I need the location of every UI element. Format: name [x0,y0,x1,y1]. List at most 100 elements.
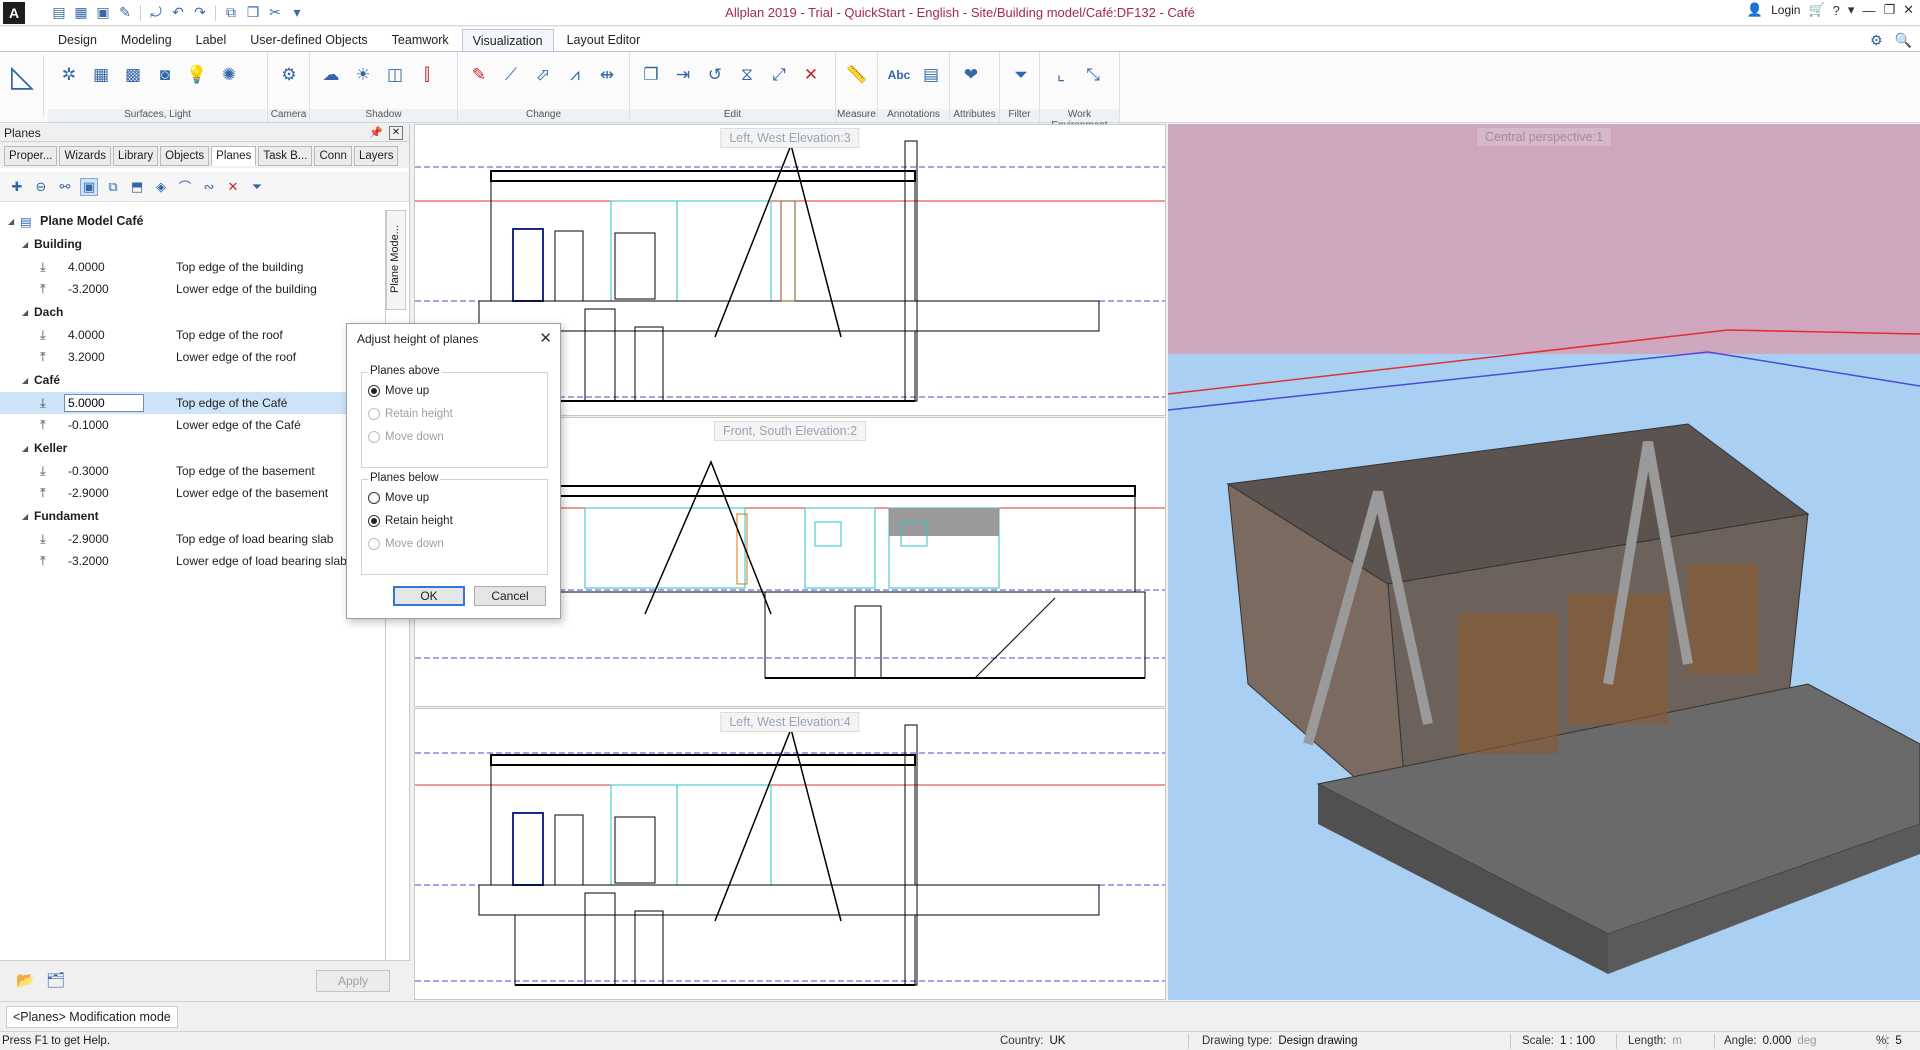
plane-assign-icon[interactable]: ⬒ [128,178,146,196]
big-tool-icon[interactable]: ◺ [2,55,44,117]
close-icon[interactable]: ✕ [389,125,403,140]
shadow-icon[interactable]: ☁ [318,62,344,88]
viewport-west-elevation-4[interactable]: Left, West Elevation:4 [414,708,1166,1000]
expand-triangle-icon[interactable]: ◢ [22,240,28,249]
attributes-icon[interactable]: ❤ [958,62,984,88]
scale-icon[interactable]: ⤢ [766,62,792,88]
open-file-icon[interactable]: ▤ [49,3,69,23]
grid-icon[interactable]: ▦ [71,3,91,23]
settings-folder-icon[interactable]: 🗂 [46,971,66,991]
plane-value[interactable]: -2.9000 [68,532,109,546]
move-icon[interactable]: ⇥ [670,62,696,88]
tab-planes[interactable]: Planes [211,146,257,166]
plane-value[interactable]: -0.1000 [68,418,109,432]
status-angle[interactable]: Angle: 0.000 deg [1724,1035,1817,1047]
plane-value[interactable]: 4.0000 [68,328,105,342]
tree-group[interactable]: ◢ Fundament [0,504,384,528]
plane-value-input[interactable] [64,394,144,412]
open-folder-icon[interactable]: 📂 [16,971,36,991]
expand-triangle-icon[interactable]: ◢ [22,512,28,521]
document-icon[interactable]: ▤ [918,62,944,88]
plane-value[interactable]: -3.2000 [68,282,109,296]
trim-icon[interactable]: ⇹ [594,62,620,88]
ok-button[interactable]: OK [393,586,465,606]
coordinate-icon[interactable]: ⌞ [1048,62,1074,88]
tree-group[interactable]: ◢ Keller [0,436,384,460]
expand-triangle-icon[interactable]: ◢ [8,217,14,226]
allplan-logo-icon[interactable]: A [3,1,25,24]
plane-row[interactable]: ⤒ -2.9000 Lower edge of the basement [0,482,384,504]
copy-icon[interactable]: ❐ [243,3,263,23]
tab-design[interactable]: Design [47,28,108,52]
tab-task-bar[interactable]: Task B... [258,146,313,166]
light-icon[interactable]: 💡 [184,62,210,88]
plane-value[interactable]: -0.3000 [68,464,109,478]
line-icon[interactable]: ⟋ [498,62,524,88]
status-percent[interactable]: %: 5 [1876,1035,1902,1047]
status-country[interactable]: Country: UK [1000,1035,1065,1047]
gear-icon[interactable]: ⚙ [1870,32,1883,49]
plane-row[interactable]: ⤓ -0.3000 Top edge of the basement [0,460,384,482]
tab-library[interactable]: Library [113,146,159,166]
plane-row[interactable]: ⤒ -3.2000 Lower edge of the building [0,278,384,300]
close-icon[interactable]: ✕ [1903,2,1914,18]
text-icon[interactable]: Abc [886,62,912,88]
tab-label[interactable]: Label [185,28,238,52]
polyline-icon[interactable]: ⩘ [562,62,588,88]
surface-icon[interactable]: ✲ [56,62,82,88]
fullscreen-icon[interactable]: ⤡ [1080,62,1106,88]
plane-row[interactable]: ⤒ -0.1000 Lower edge of the Café [0,414,384,436]
viewport-central-perspective-1[interactable]: Central perspective:1 [1168,124,1920,1000]
tab-properties[interactable]: Proper... [4,146,58,166]
stack-icon[interactable]: ◈ [152,178,170,196]
plane-value[interactable]: -3.2000 [68,554,109,568]
sun-icon[interactable]: ☀ [350,62,376,88]
tab-teamwork[interactable]: Teamwork [381,28,460,52]
tab-layout-editor[interactable]: Layout Editor [556,28,652,52]
redraw-icon[interactable]: ⤾ [146,3,166,23]
arc-icon[interactable]: ⌒ [176,178,194,196]
side-tab-plane-model[interactable]: Plane Mode... [386,210,406,310]
chevron-down-icon[interactable]: ▾ [1848,2,1855,18]
remove-plane-icon[interactable]: ⊖ [32,178,50,196]
camera-icon[interactable]: ⚙ [276,62,302,88]
edit-icon[interactable]: ✎ [115,3,135,23]
status-drawing-type[interactable]: Drawing type: Design drawing [1202,1035,1358,1047]
minimize-icon[interactable]: — [1862,3,1875,18]
dropdown-icon[interactable]: ▾ [287,3,307,23]
tree-root[interactable]: ◢ ▤ Plane Model Café [0,210,384,232]
pin-icon[interactable]: 📌 [369,126,383,140]
below-move-up-radio[interactable]: Move up [368,492,429,504]
dropdown-icon[interactable]: ⏷ [248,178,266,196]
plane-model-icon[interactable]: ▣ [80,177,98,196]
above-move-up-radio[interactable]: Move up [368,385,429,397]
measure-icon[interactable]: 📏 [844,62,870,88]
status-length[interactable]: Length: m [1628,1035,1682,1047]
help-icon[interactable]: ? [1833,3,1840,18]
tab-layers[interactable]: Layers [353,146,399,166]
tree-group[interactable]: ◢ Café [0,368,384,392]
close-icon[interactable]: ✕ [539,329,552,347]
shadow-cast-icon[interactable]: ⫿ [414,62,440,88]
add-plane-icon[interactable]: ✚ [8,178,26,196]
expand-triangle-icon[interactable]: ◢ [22,376,28,385]
tab-modeling[interactable]: Modeling [110,28,183,52]
undo-icon[interactable]: ↶ [168,3,188,23]
plane-value[interactable]: -2.9000 [68,486,109,500]
curve-icon[interactable]: ∾ [200,178,218,196]
texture-icon[interactable]: ▩ [120,62,146,88]
delete-icon[interactable]: ✕ [798,62,824,88]
tools-icon[interactable]: ✂ [265,3,285,23]
expand-triangle-icon[interactable]: ◢ [22,444,28,453]
tree-group[interactable]: ◢ Building [0,232,384,256]
below-retain-height-radio[interactable]: Retain height [368,515,453,527]
restore-icon[interactable]: ❐ [1883,2,1895,18]
window-icon[interactable]: ⧉ [221,3,241,23]
tab-user-defined-objects[interactable]: User-defined Objects [239,28,378,52]
plane-row[interactable]: ⤓ 4.0000 Top edge of the building [0,256,384,278]
apply-button[interactable]: Apply [316,970,390,992]
cart-icon[interactable]: 🛒 [1808,2,1824,18]
plane-copy-icon[interactable]: ⧉ [104,178,122,196]
tab-wizards[interactable]: Wizards [59,146,111,166]
save-icon[interactable]: ▣ [93,3,113,23]
